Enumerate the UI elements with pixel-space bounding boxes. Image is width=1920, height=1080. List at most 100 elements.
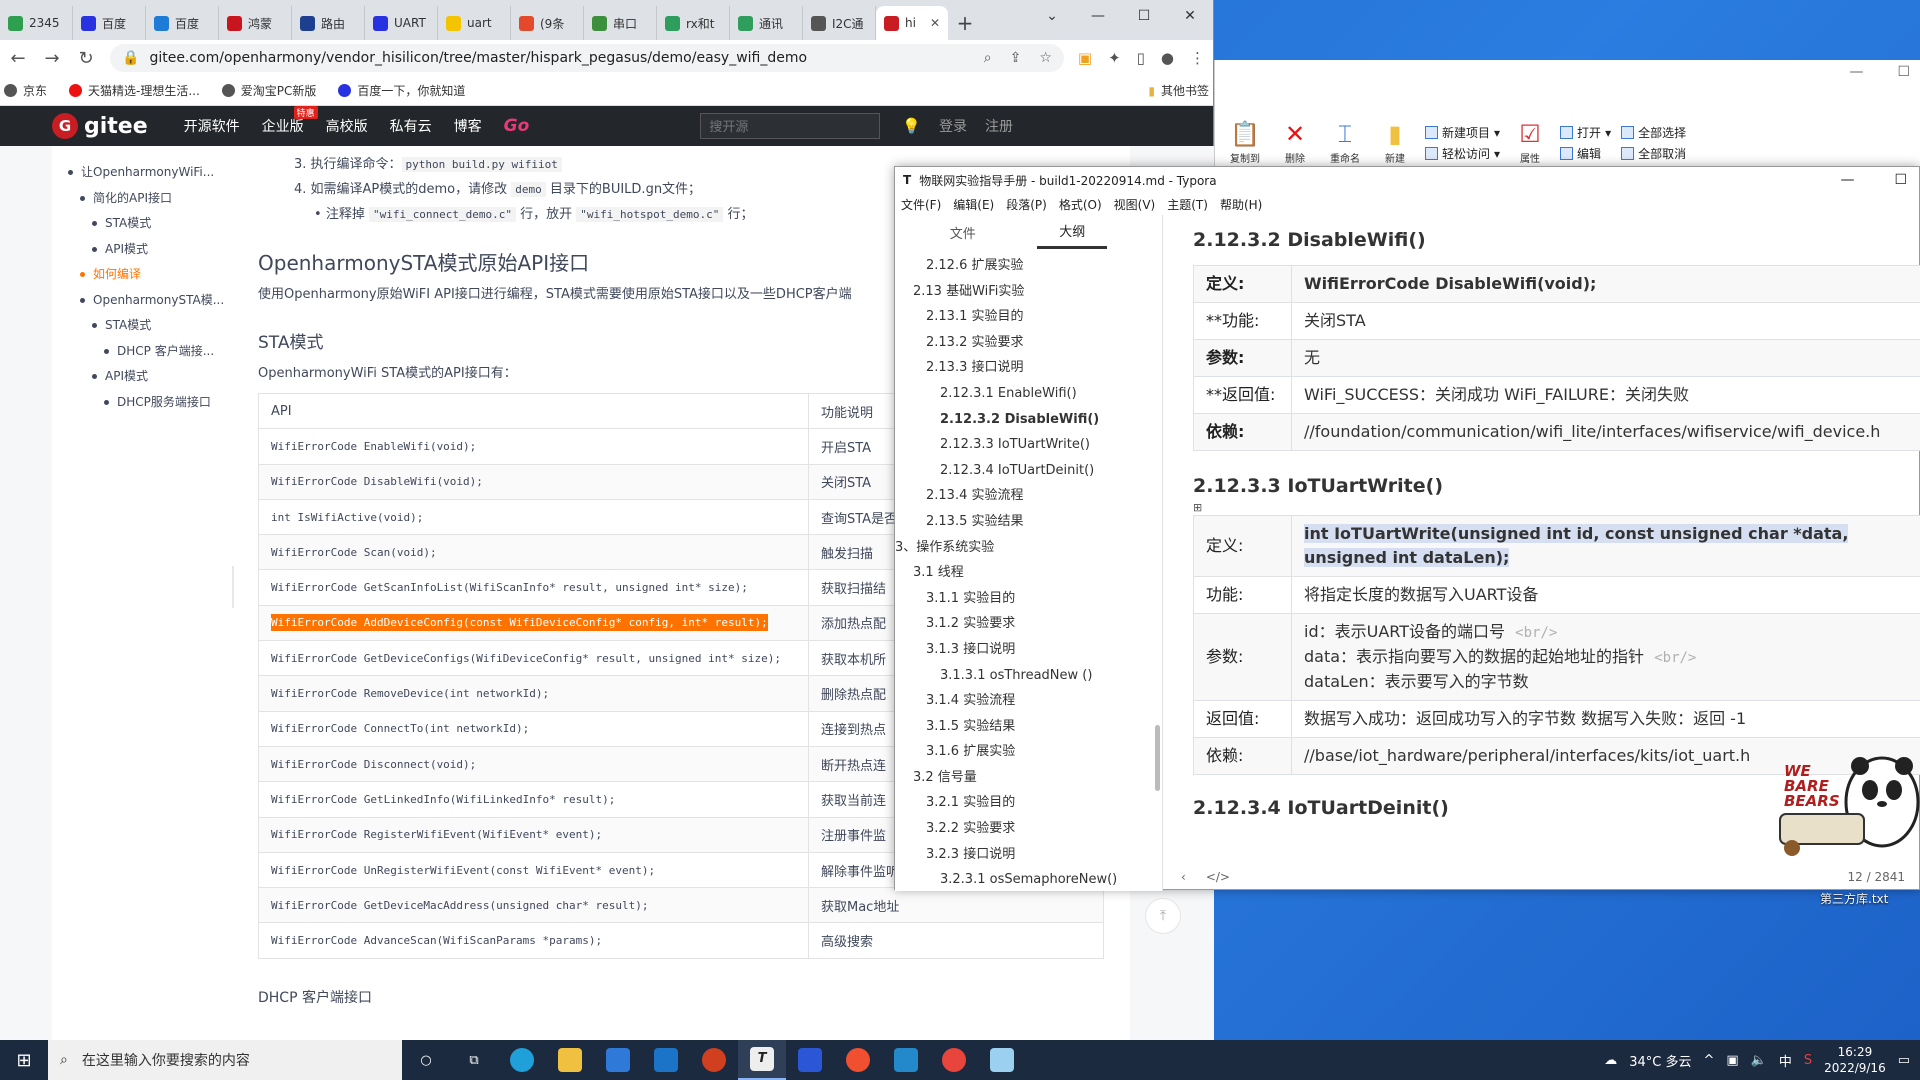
- task-view-icon[interactable]: ⧉: [450, 1040, 498, 1080]
- toc-item[interactable]: 如何编译: [52, 262, 234, 288]
- other-bookmarks-folder[interactable]: ▮ 其他书签: [1148, 82, 1209, 99]
- weather-text[interactable]: 34°C 多云: [1629, 1051, 1691, 1070]
- outline-item[interactable]: 3.2.3 接口说明: [895, 842, 1162, 868]
- browser-tab[interactable]: 串口: [584, 6, 657, 40]
- nav-go[interactable]: Go: [504, 116, 530, 136]
- explorer-taskbar-icon[interactable]: [546, 1040, 594, 1080]
- outline-item[interactable]: 3.1.4 实验流程: [895, 688, 1162, 714]
- menu-item[interactable]: 段落(P): [1006, 196, 1047, 213]
- outline-item[interactable]: 3.1.3 接口说明: [895, 637, 1162, 663]
- devtool-taskbar-icon[interactable]: [786, 1040, 834, 1080]
- network-icon[interactable]: ▣: [1726, 1053, 1738, 1068]
- outline-item[interactable]: 2.12.3.4 IoTUartDeinit(): [895, 458, 1162, 484]
- tab-outline[interactable]: 大纲: [1037, 215, 1108, 249]
- field-value[interactable]: 关闭STA: [1291, 302, 1920, 340]
- toc-item[interactable]: API模式: [52, 364, 234, 390]
- volume-icon[interactable]: 🔈: [1751, 1053, 1767, 1068]
- source-code-icon[interactable]: </>: [1206, 870, 1230, 884]
- select-none-button[interactable]: 全部取消: [1621, 145, 1686, 162]
- browser-tab[interactable]: 百度: [73, 6, 146, 40]
- login-link[interactable]: 登录: [939, 116, 967, 136]
- new-folder-button[interactable]: ▮ 新建: [1375, 118, 1415, 165]
- weather-icon[interactable]: ☁: [1604, 1053, 1617, 1068]
- start-button[interactable]: ⊞: [0, 1040, 48, 1080]
- toc-item[interactable]: DHCP 客户端接...: [52, 339, 234, 365]
- typora-taskbar-icon[interactable]: T: [738, 1040, 786, 1080]
- outline-scrollbar[interactable]: [1155, 725, 1160, 791]
- properties-button[interactable]: ☑ 属性: [1510, 118, 1550, 165]
- def-value[interactable]: int IoTUartWrite(unsigned int id, const …: [1291, 515, 1920, 577]
- clock[interactable]: 16:29 2022/9/16: [1824, 1044, 1886, 1076]
- word-count[interactable]: 12 / 2841: [1848, 870, 1905, 884]
- outline-item[interactable]: 2.12.6 扩展实验: [895, 253, 1162, 279]
- outline-item[interactable]: 3.1.1 实验目的: [895, 586, 1162, 612]
- app-taskbar-icon[interactable]: [690, 1040, 738, 1080]
- outline-item[interactable]: 3.1.3.1 osThreadNew (): [895, 663, 1162, 689]
- browser-tab[interactable]: uart: [438, 6, 511, 40]
- close-tab-icon[interactable]: ✕: [930, 16, 940, 30]
- vscode-taskbar-icon[interactable]: [882, 1040, 930, 1080]
- browser-tab[interactable]: rx和t: [657, 6, 730, 40]
- share-icon[interactable]: ⇪: [1010, 50, 1022, 66]
- minimize-icon[interactable]: —: [1849, 64, 1863, 80]
- outline-item[interactable]: 3.1.6 扩展实验: [895, 739, 1162, 765]
- toc-item[interactable]: STA模式: [52, 313, 234, 339]
- chevron-left-icon[interactable]: ‹: [1181, 870, 1186, 884]
- store-taskbar-icon[interactable]: [594, 1040, 642, 1080]
- browser-tab[interactable]: (9条: [511, 6, 584, 40]
- outline-item[interactable]: 2.12.3.1 EnableWifi(): [895, 381, 1162, 407]
- outline-item[interactable]: 3.2.1 实验目的: [895, 790, 1162, 816]
- new-item-button[interactable]: 新建项目 ▾: [1425, 124, 1500, 141]
- browser-tab[interactable]: UART: [365, 6, 438, 40]
- browser-tab[interactable]: hi ✕: [876, 6, 948, 40]
- toc-item[interactable]: API模式: [52, 237, 234, 263]
- browser-tab[interactable]: 通讯: [730, 6, 803, 40]
- select-all-button[interactable]: 全部选择: [1621, 124, 1686, 141]
- zoom-icon[interactable]: ⌕: [984, 50, 992, 66]
- profile-icon[interactable]: ●: [1161, 49, 1174, 67]
- browser-tab[interactable]: I2C通: [803, 6, 876, 40]
- tab-files[interactable]: 文件: [950, 223, 976, 242]
- notepad-taskbar-icon[interactable]: [978, 1040, 1026, 1080]
- antivirus-icon[interactable]: S: [1804, 1053, 1812, 1068]
- nav-private-cloud[interactable]: 私有云: [390, 116, 432, 136]
- nav-education[interactable]: 高校版: [326, 116, 368, 136]
- outline-item[interactable]: 3.2 信号量: [895, 765, 1162, 791]
- toc-item[interactable]: STA模式: [52, 211, 234, 237]
- close-icon[interactable]: ✕: [1167, 0, 1213, 32]
- chevron-up-icon[interactable]: ^: [1704, 1053, 1715, 1068]
- menu-item[interactable]: 主题(T): [1167, 196, 1208, 213]
- mail-taskbar-icon[interactable]: [642, 1040, 690, 1080]
- reload-icon[interactable]: ↻: [76, 48, 96, 69]
- notification-icon[interactable]: ▭: [1898, 1053, 1910, 1068]
- toc-item[interactable]: OpenharmonySTA模...: [52, 288, 234, 314]
- bookmark-item[interactable]: 天猫精选-理想生活...: [69, 82, 200, 99]
- taskbar-search[interactable]: ⌕ 在这里输入你要搜索的内容: [48, 1040, 402, 1080]
- file-explorer-window[interactable]: — ☐ 📋 复制到 ✕ 删除 ⌶ 重命名 ▮ 新建 新建项目 ▾ 轻松访问 ▾ ☑ 属性 …: [1214, 60, 1920, 170]
- chrome-taskbar-icon[interactable]: [930, 1040, 978, 1080]
- extension-icon[interactable]: ▣: [1078, 49, 1092, 67]
- edge-taskbar-icon[interactable]: [498, 1040, 546, 1080]
- outline-item[interactable]: 2.13.1 实验目的: [895, 304, 1162, 330]
- maximize-icon[interactable]: ☐: [1894, 172, 1907, 188]
- field-value[interactable]: WiFi_SUCCESS：关闭成功 WiFi_FAILURE：关闭失败: [1291, 376, 1920, 414]
- bookmark-item[interactable]: 京东: [4, 82, 47, 99]
- menu-item[interactable]: 格式(O): [1059, 196, 1102, 213]
- sidepanel-icon[interactable]: ▯: [1137, 49, 1145, 67]
- outline-item[interactable]: 2.13.5 实验结果: [895, 509, 1162, 535]
- menu-item[interactable]: 编辑(E): [953, 196, 994, 213]
- outline-item[interactable]: 2.13.3 接口说明: [895, 355, 1162, 381]
- url-text[interactable]: gitee.com/openharmony/vendor_hisilicon/t…: [149, 50, 807, 66]
- ime-indicator[interactable]: 中: [1779, 1051, 1792, 1070]
- outline-item[interactable]: 3、操作系统实验: [895, 535, 1162, 561]
- minimize-icon[interactable]: —: [1075, 0, 1121, 32]
- menu-item[interactable]: 视图(V): [1114, 196, 1156, 213]
- edit-button[interactable]: 编辑: [1560, 145, 1611, 162]
- toc-item[interactable]: 让OpenharmonyWiFi...: [52, 160, 234, 186]
- minimize-icon[interactable]: —: [1840, 172, 1854, 188]
- menu-item[interactable]: 文件(F): [901, 196, 941, 213]
- outline-item[interactable]: 2.12.3.2 DisableWifi(): [895, 407, 1162, 433]
- star-icon[interactable]: ☆: [1039, 50, 1052, 66]
- table-handle-icon[interactable]: ⊞: [1193, 501, 1920, 515]
- nav-enterprise[interactable]: 企业版 特惠: [262, 106, 318, 136]
